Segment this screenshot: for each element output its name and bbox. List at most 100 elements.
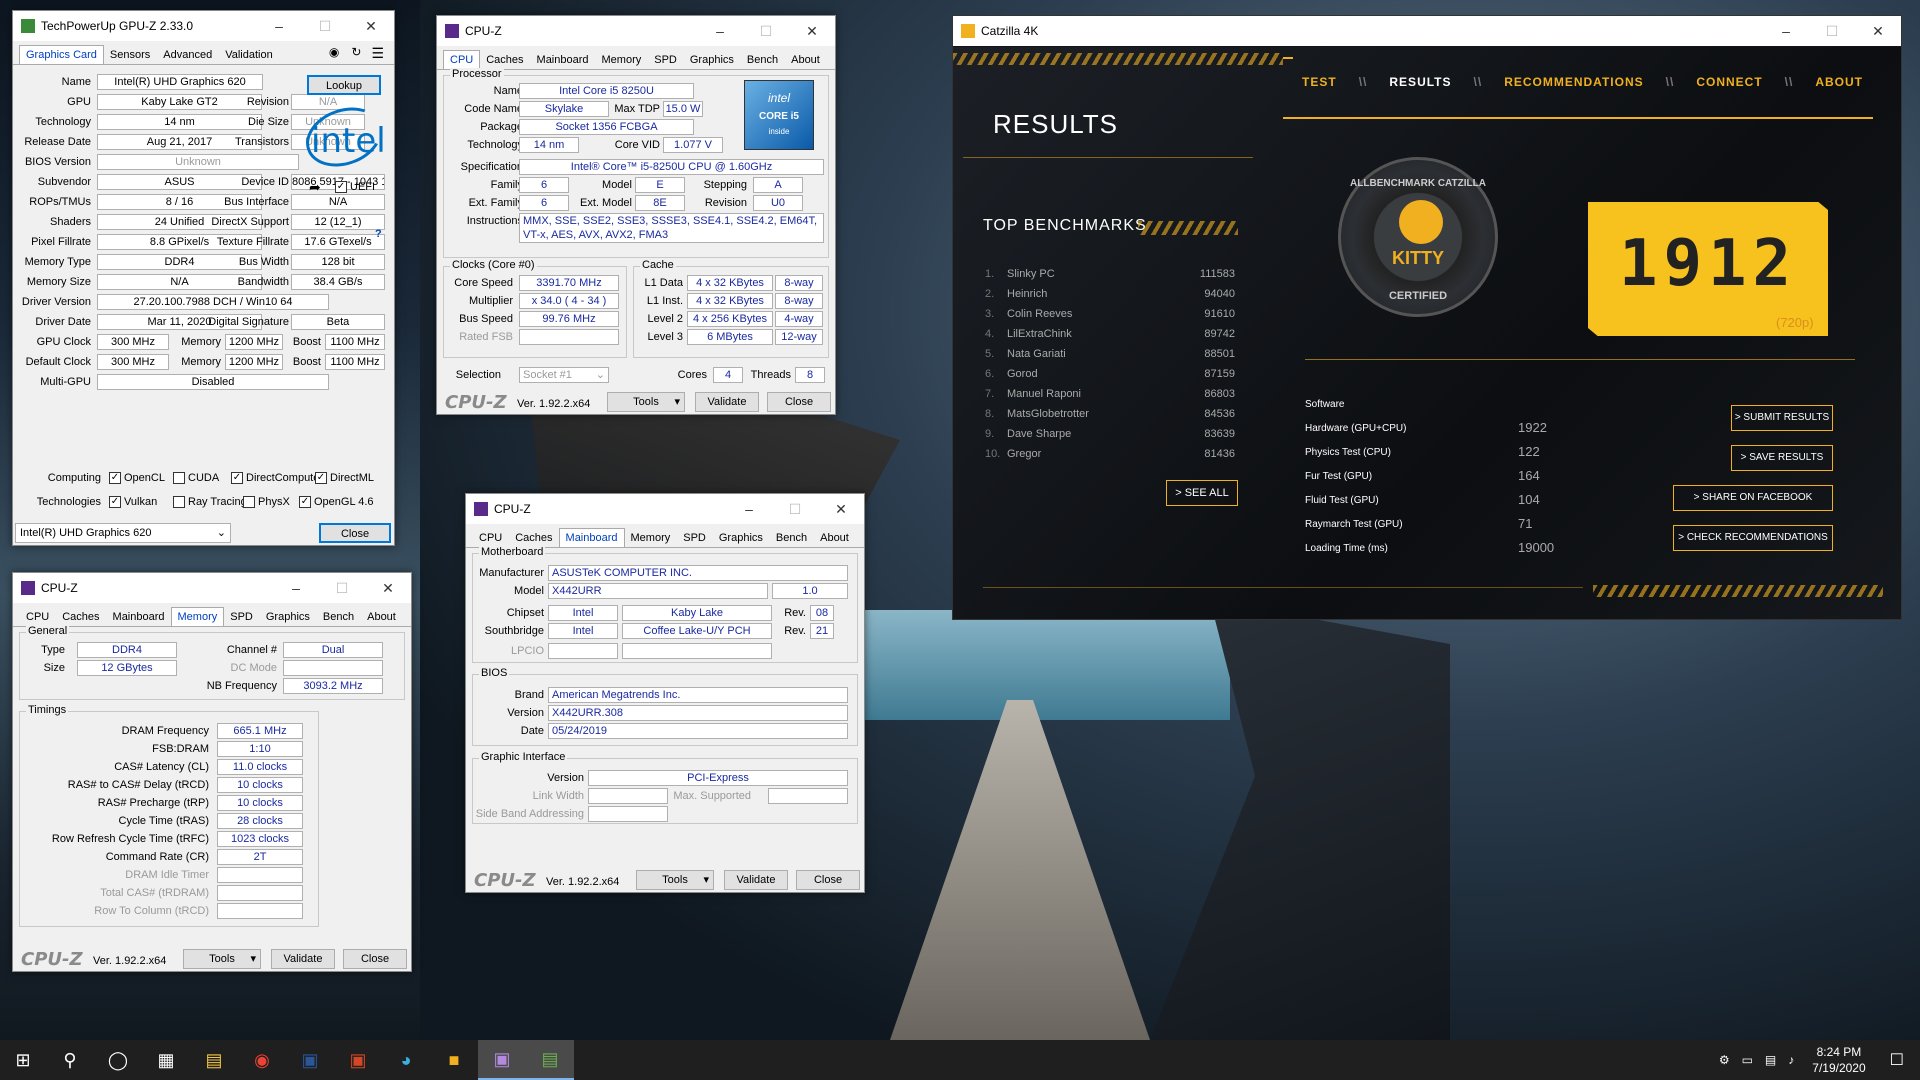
close-button[interactable]: Close	[767, 392, 831, 412]
see-all-button[interactable]: > SEE ALL	[1166, 480, 1238, 506]
physx-checkbox[interactable]: PhysX	[243, 496, 290, 508]
validate-button[interactable]: Validate	[724, 870, 788, 890]
gpu-select[interactable]: Intel(R) UHD Graphics 620 ⌄	[15, 523, 231, 543]
gpuz-taskbar-icon[interactable]: ▤	[526, 1040, 574, 1080]
tab-graphics[interactable]: Graphics	[712, 528, 770, 547]
tab-bench[interactable]: Bench	[769, 528, 814, 547]
cpuz-mainboard-titlebar[interactable]: CPU-Z – ☐ ✕	[466, 494, 864, 524]
tab-cpu[interactable]: CPU	[472, 528, 509, 547]
edge-icon[interactable]: ◕	[382, 1040, 430, 1080]
tab-spd[interactable]: SPD	[647, 50, 684, 69]
refresh-icon[interactable]: ↻	[351, 45, 361, 64]
tab-spd[interactable]: SPD	[676, 528, 713, 547]
vulkan-checkbox[interactable]: ✓ Vulkan	[109, 496, 157, 508]
tools-button[interactable]: Tools ▾	[607, 392, 685, 412]
close-icon[interactable]: ✕	[818, 494, 864, 524]
close-icon[interactable]: ✕	[789, 16, 835, 46]
tab-mainboard[interactable]: Mainboard	[530, 50, 596, 69]
close-button[interactable]: Close	[343, 949, 407, 969]
minimize-icon[interactable]: –	[1763, 16, 1809, 46]
tab-graphics[interactable]: Graphics	[259, 607, 317, 626]
check-recommendations-button[interactable]: > CHECK RECOMMENDATIONS	[1673, 525, 1833, 551]
cpuz-cpu-titlebar[interactable]: CPU-Z – ☐ ✕	[437, 16, 835, 46]
tab-mainboard[interactable]: Mainboard	[558, 528, 625, 547]
tab-about[interactable]: About	[784, 50, 827, 69]
file-explorer-icon[interactable]: ▤	[190, 1040, 238, 1080]
steam-icon[interactable]: ⚙	[1719, 1053, 1730, 1067]
start-icon[interactable]: ⊞	[0, 1040, 46, 1080]
validate-button[interactable]: Validate	[271, 949, 335, 969]
tab-memory[interactable]: Memory	[624, 528, 678, 547]
share-icon[interactable]: ➦	[309, 179, 321, 196]
catzilla-titlebar[interactable]: Catzilla 4K – ☐ ✕	[953, 16, 1901, 46]
nav-results[interactable]: RESULTS	[1389, 75, 1451, 89]
lookup-button[interactable]: Lookup	[307, 75, 381, 95]
tab-bench[interactable]: Bench	[316, 607, 361, 626]
tab-memory[interactable]: Memory	[595, 50, 649, 69]
tab-graphics[interactable]: Graphics	[683, 50, 741, 69]
nav-recommendations[interactable]: RECOMMENDATIONS	[1504, 75, 1643, 89]
tools-button[interactable]: Tools ▾	[183, 949, 261, 969]
validate-button[interactable]: Validate	[695, 392, 759, 412]
opengl-checkbox[interactable]: ✓ OpenGL 4.6	[299, 496, 374, 508]
word-icon[interactable]: ▣	[286, 1040, 334, 1080]
help-icon[interactable]: ?	[375, 228, 382, 240]
camera-icon[interactable]: ◉	[329, 45, 339, 64]
tab-about[interactable]: About	[813, 528, 856, 547]
socket-select[interactable]: Socket #1 ⌄	[519, 367, 609, 383]
gpuz-titlebar[interactable]: TechPowerUp GPU-Z 2.33.0 – ☐ ✕	[13, 11, 394, 41]
chrome-icon[interactable]: ◉	[238, 1040, 286, 1080]
cortana-icon[interactable]: ◯	[94, 1040, 142, 1080]
tab-about[interactable]: About	[360, 607, 403, 626]
clock[interactable]: 8:24 PM 7/19/2020	[1812, 1044, 1865, 1076]
tab-spd[interactable]: SPD	[223, 607, 260, 626]
submit-results-button[interactable]: > SUBMIT RESULTS	[1731, 405, 1833, 431]
search-icon[interactable]: ⚲	[46, 1040, 94, 1080]
task-view-icon[interactable]: ▦	[142, 1040, 190, 1080]
nav-connect[interactable]: CONNECT	[1696, 75, 1762, 89]
uefi-checkbox[interactable]: ✓ UEFI	[335, 181, 375, 193]
nav-test[interactable]: TEST	[1302, 75, 1337, 89]
share-facebook-button[interactable]: > SHARE ON FACEBOOK	[1673, 485, 1833, 511]
manufacturer-field: ASUSTeK COMPUTER INC.	[548, 565, 848, 581]
directml-checkbox[interactable]: ✓ DirectML	[315, 472, 374, 484]
opencl-checkbox[interactable]: ✓ OpenCL	[109, 472, 165, 484]
powerpoint-icon[interactable]: ▣	[334, 1040, 382, 1080]
volume-icon[interactable]: ♪	[1788, 1053, 1794, 1067]
tab-cpu[interactable]: CPU	[443, 50, 481, 69]
close-button[interactable]: Close	[796, 870, 860, 890]
close-icon[interactable]: ✕	[1855, 16, 1901, 46]
notifications-icon[interactable]: ☐	[1890, 1050, 1904, 1070]
raytracing-checkbox[interactable]: Ray Tracing	[173, 496, 247, 508]
directcompute-checkbox[interactable]: ✓ DirectCompute	[231, 472, 319, 484]
network-icon[interactable]: ▤	[1765, 1053, 1776, 1067]
close-icon[interactable]: ✕	[348, 11, 394, 41]
tab-validation[interactable]: Validation	[218, 45, 280, 64]
tab-bench[interactable]: Bench	[740, 50, 785, 69]
cuda-checkbox[interactable]: CUDA	[173, 472, 219, 484]
minimize-icon[interactable]: –	[256, 11, 302, 41]
gpuz-close-button[interactable]: Close	[319, 523, 391, 543]
tab-caches[interactable]: Caches	[55, 607, 106, 626]
tab-caches[interactable]: Caches	[508, 528, 559, 547]
tab-mainboard[interactable]: Mainboard	[106, 607, 172, 626]
tab-caches[interactable]: Caches	[479, 50, 530, 69]
battery-icon[interactable]: ▭	[1742, 1053, 1753, 1067]
minimize-icon[interactable]: –	[273, 573, 319, 603]
close-icon[interactable]: ✕	[365, 573, 411, 603]
tab-memory[interactable]: Memory	[170, 607, 225, 626]
catzilla-taskbar-icon[interactable]: ■	[430, 1040, 478, 1080]
cpuz-taskbar-icon[interactable]: ▣	[478, 1040, 526, 1080]
tab-sensors[interactable]: Sensors	[103, 45, 157, 64]
save-results-button[interactable]: > SAVE RESULTS	[1731, 445, 1833, 471]
minimize-icon[interactable]: –	[697, 16, 743, 46]
tab-graphics-card[interactable]: Graphics Card	[19, 45, 104, 64]
menu-icon[interactable]: ☰	[371, 45, 384, 64]
tab-advanced[interactable]: Advanced	[156, 45, 219, 64]
maximize-icon: ☐	[1825, 22, 1839, 39]
minimize-icon[interactable]: –	[726, 494, 772, 524]
cpuz-memory-titlebar[interactable]: CPU-Z – ☐ ✕	[13, 573, 411, 603]
tools-button[interactable]: Tools ▾	[636, 870, 714, 890]
tab-cpu[interactable]: CPU	[19, 607, 56, 626]
nav-about[interactable]: ABOUT	[1815, 75, 1863, 89]
